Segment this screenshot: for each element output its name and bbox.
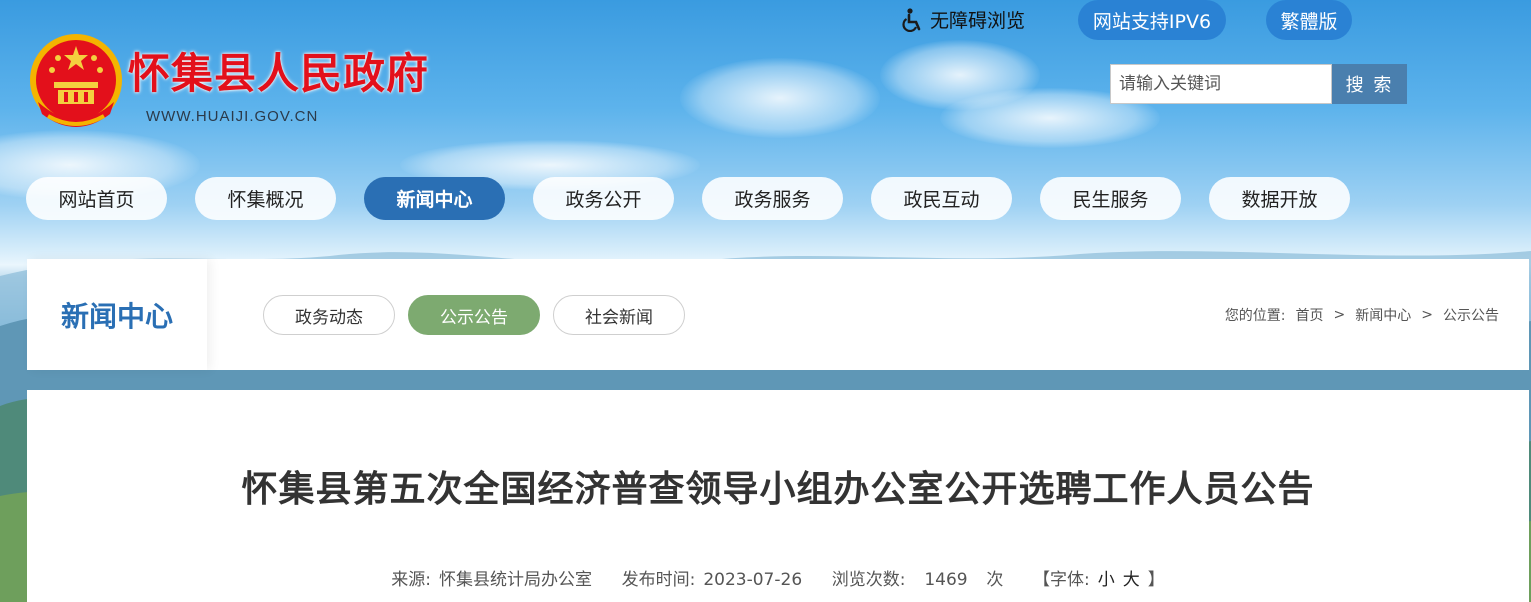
nav-item-livelihood[interactable]: 民生服务 [1040,177,1181,220]
nav-item-news[interactable]: 新闻中心 [364,177,505,220]
search-input[interactable] [1110,64,1332,104]
nav-item-open-data[interactable]: 数据开放 [1209,177,1350,220]
source-value: 怀集县统计局办公室 [438,570,592,590]
tab-social-news[interactable]: 社会新闻 [553,295,685,335]
traditional-chinese-button[interactable]: 繁體版 [1266,0,1352,40]
article-title: 怀集县第五次全国经济普查领导小组办公室公开选聘工作人员公告 [241,469,1315,510]
views-unit: 次 [986,570,1004,590]
article-panel: 怀集县第五次全国经济普查领导小组办公室公开选聘工作人员公告 来源: 怀集县统计局办… [27,390,1529,602]
nav-item-home[interactable]: 网站首页 [26,177,167,220]
search-button[interactable]: 搜 索 [1332,64,1407,104]
breadcrumb-announcements[interactable]: 公示公告 [1443,305,1499,325]
views-label: 浏览次数: [831,570,906,590]
date-label: 发布时间: [621,570,696,590]
breadcrumb: 您的位置: 首页 > 新闻中心 > 公示公告 [1225,305,1499,325]
views-value: 1469 [924,570,968,590]
nav-item-gov-services[interactable]: 政务服务 [702,177,843,220]
breadcrumb-prefix: 您的位置: [1224,308,1286,324]
site-title[interactable]: 怀集县人民政府 [128,40,429,101]
national-emblem-icon [30,34,122,127]
section-title: 新闻中心 [60,299,173,333]
cloud-decoration [680,58,880,138]
breadcrumb-home[interactable]: 首页 [1296,305,1324,325]
source-label: 来源: [391,570,431,590]
ipv6-badge[interactable]: 网站支持IPV6 [1078,0,1226,40]
article-meta: 来源: 怀集县统计局办公室 发布时间: 2023-07-26 浏览次数: 1469 … [27,565,1529,590]
breadcrumb-news[interactable]: 新闻中心 [1355,305,1411,325]
breadcrumb-separator: > [1333,307,1346,323]
nav-item-interaction[interactable]: 政民互动 [871,177,1012,220]
accessibility-label: 无障碍浏览 [930,10,1026,32]
font-size-close: 】 [1147,570,1165,590]
date-value: 2023-07-26 [703,570,803,590]
breadcrumb-separator: > [1421,307,1433,323]
tab-gov-dynamics[interactable]: 政务动态 [263,295,395,335]
section-header: 新闻中心 政务动态 公示公告 社会新闻 您的位置: 首页 > 新闻中心 > 公示… [27,259,1529,370]
wheelchair-icon [902,7,921,32]
section-tabs: 政务动态 公示公告 社会新闻 [263,295,685,335]
font-small-button[interactable]: 小 [1098,570,1115,590]
section-title-box: 新闻中心 [27,259,207,370]
tab-announcements[interactable]: 公示公告 [408,295,540,335]
accessibility-link[interactable]: 无障碍浏览 [902,6,1025,33]
main-nav: 网站首页 怀集概况 新闻中心 政务公开 政务服务 政民互动 民生服务 数据开放 [26,177,1350,220]
font-size-open: 【字体: [1033,570,1090,590]
font-large-button[interactable]: 大 [1123,570,1140,590]
nav-item-gov-affairs[interactable]: 政务公开 [533,177,674,220]
site-url: WWW.HUAIJI.GOV.CN [146,108,319,125]
nav-item-overview[interactable]: 怀集概况 [195,177,336,220]
